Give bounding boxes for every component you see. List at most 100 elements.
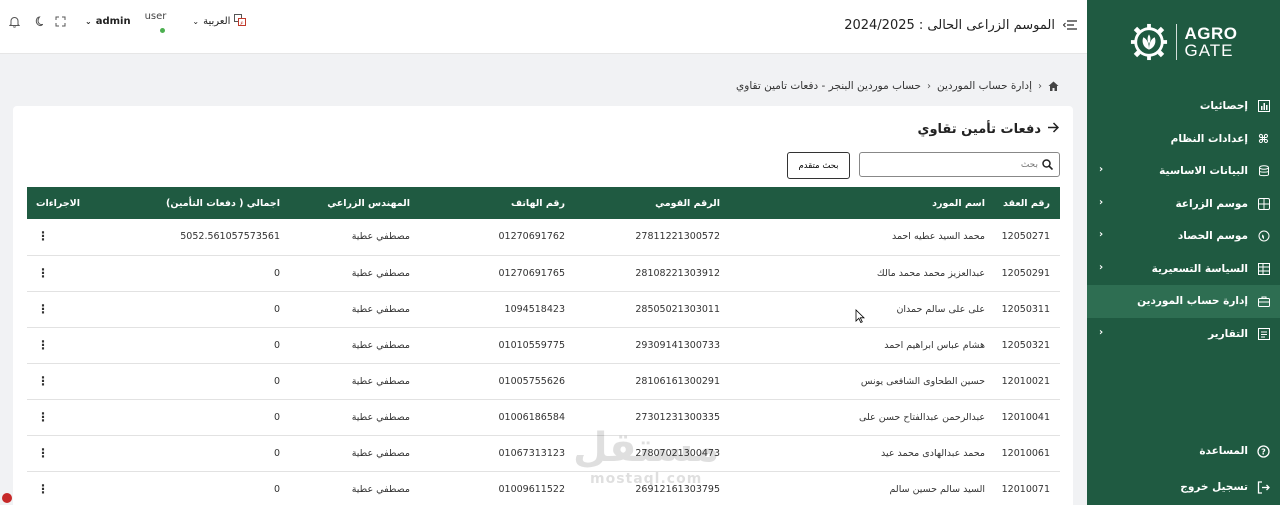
table-cell: 12050311 (1001, 303, 1050, 315)
season-label: الموسم الزراعى الحالى : 2024/2025 (844, 18, 1055, 33)
fullscreen-icon[interactable] (54, 15, 67, 28)
table-cell: 01010559775 (498, 339, 566, 351)
table-cell: مصطفي عطية (351, 231, 410, 243)
bell-icon[interactable] (8, 15, 21, 28)
table-cell: 12010071 (1001, 483, 1050, 495)
current-season: الموسم الزراعى الحالى : 2024/2025 (844, 18, 1077, 33)
table-cell: مصطفي عطية (351, 447, 410, 459)
table-cell: 01009611522 (498, 483, 566, 495)
sidebar-item-label: السياسة التسعيرية (1151, 262, 1248, 275)
gear-leaf-logo-icon (1130, 23, 1167, 61)
brand-line1: AGRO (1184, 24, 1238, 43)
table-cell: 1094518423 (504, 303, 565, 315)
page-title: دفعات تأمين تقاوي (917, 122, 1041, 137)
sidebar: AGRO GATE إحصائيات إعدادات النظام ⌘ › ال… (1087, 0, 1280, 505)
brand-logo[interactable]: AGRO GATE (1087, 0, 1280, 84)
more-options-icon[interactable]: ⋮ (36, 411, 50, 423)
search-input[interactable] (888, 159, 1038, 170)
table-cell: 01005755626 (498, 375, 566, 387)
table-cell: 0 (273, 303, 280, 315)
table-cell: 01270691762 (498, 231, 566, 243)
table-row[interactable]: 12010041 عبدالرحمن عبدالفتاح حسن على 27301… (27, 399, 1060, 435)
page-title-row: دفعات تأمين تقاوي (917, 122, 1060, 137)
supplier-payments-table: رقم العقد اسم المورد الرقم القومي رقم ال… (27, 187, 1060, 505)
table-cell: 26912161303795 (635, 483, 720, 495)
sidebar-item-supplier-accounts[interactable]: إدارة حساب الموردين (1087, 285, 1280, 318)
more-options-icon[interactable]: ⋮ (36, 339, 50, 351)
user-menu[interactable]: ⌄ admin (85, 16, 131, 27)
breadcrumb: ‹ إدارة حساب الموردين ‹ حساب موردين البن… (736, 80, 1059, 92)
table-cell: 0 (273, 375, 280, 387)
table-row[interactable]: 12050321 هشام عباس ابراهيم احمد 2930914130… (27, 327, 1060, 363)
column-header[interactable]: اسم المورد (730, 187, 995, 219)
advanced-search-button[interactable]: بحث متقدم (787, 152, 850, 179)
table-row[interactable]: 12010021 حسين الطحاوى الشافعى يونس 2810616… (27, 363, 1060, 399)
chevron-right-icon: › (1099, 229, 1104, 240)
mouse-cursor-icon (855, 309, 865, 323)
sidebar-item-basic-data[interactable]: › البيانات الاساسية (1087, 155, 1280, 188)
menu-toggle-icon[interactable] (1062, 19, 1077, 33)
table-cell: 12010061 (1001, 447, 1050, 459)
more-options-icon[interactable]: ⋮ (36, 230, 50, 242)
sidebar-item-harvest-season[interactable]: › موسم الحصاد (1087, 220, 1280, 253)
chevron-down-icon: ⌄ (85, 17, 92, 26)
table-cell: مصطفي عطية (351, 483, 410, 495)
table-cell: 01006186584 (498, 411, 566, 423)
more-options-icon[interactable]: ⋮ (36, 375, 50, 387)
table-cell: محمد عبدالهادى محمد عيد (881, 447, 985, 459)
svg-text:?: ? (1261, 447, 1266, 456)
table-row[interactable]: 12050291 عبدالعزيز محمد محمد مالك 28108221… (27, 255, 1060, 291)
more-options-icon[interactable]: ⋮ (36, 267, 50, 279)
table-body: 12050271 محمد السيد عطيه احمد 278112213005… (27, 219, 1060, 505)
table-cell: 01270691765 (498, 267, 566, 279)
top-header: ⌄ admin user ⌄ العربية ع الموسم الزراعى … (0, 0, 1087, 54)
table-cell: 12050321 (1001, 339, 1050, 351)
sidebar-item-system-settings[interactable]: إعدادات النظام ⌘ (1087, 123, 1280, 156)
logout-link[interactable]: تسجيل خروج (1087, 469, 1280, 505)
table-row[interactable]: 12010061 محمد عبدالهادى محمد عيد 278070213… (27, 435, 1060, 471)
help-label: المساعدة (1199, 445, 1248, 457)
breadcrumb-item[interactable]: إدارة حساب الموردين (937, 80, 1032, 92)
moon-icon[interactable] (31, 15, 44, 28)
home-icon[interactable] (1048, 81, 1059, 92)
back-arrow-icon[interactable] (1047, 122, 1060, 137)
table-cell: 27811221300572 (635, 231, 720, 243)
column-header[interactable]: رقم العقد (995, 187, 1060, 219)
sidebar-nav: إحصائيات إعدادات النظام ⌘ › البيانات الا… (1087, 90, 1280, 350)
header-tools: ⌄ admin user ⌄ العربية ع (8, 11, 247, 33)
table-row[interactable]: 12050311 على على سالم حمدان 28505021303011… (27, 291, 1060, 327)
table-cell: مصطفي عطية (351, 267, 410, 279)
search-box[interactable] (859, 152, 1060, 177)
row-actions-cell: ⋮ (27, 255, 115, 291)
table-cell: عبدالعزيز محمد محمد مالك (876, 267, 985, 279)
translate-icon: ع (234, 14, 247, 29)
help-icon: ? (1257, 444, 1270, 458)
sidebar-item-pricing-policy[interactable]: › السياسة التسعيرية (1087, 253, 1280, 286)
user-role: user (144, 11, 167, 22)
more-options-icon[interactable]: ⋮ (36, 303, 50, 315)
bag-icon (1257, 295, 1270, 308)
sidebar-item-statistics[interactable]: إحصائيات (1087, 90, 1280, 123)
more-options-icon[interactable]: ⋮ (36, 447, 50, 459)
help-link[interactable]: المساعدة ? (1087, 433, 1280, 469)
column-header[interactable]: اجمالي ( دفعات التأمين) (115, 187, 290, 219)
table-cell: مصطفي عطية (351, 411, 410, 423)
table-row[interactable]: 12010071 السيد سالم حسين سالم 269121613037… (27, 471, 1060, 505)
sidebar-item-reports[interactable]: › التقارير (1087, 318, 1280, 351)
table-cell: 0 (273, 483, 280, 495)
row-actions-cell: ⋮ (27, 363, 115, 399)
column-header[interactable]: رقم الهاتف (420, 187, 575, 219)
column-header[interactable]: المهندس الزراعي (290, 187, 420, 219)
column-header[interactable]: الرقم القومي (575, 187, 730, 219)
table-row[interactable]: 12050271 محمد السيد عطيه احمد 278112213005… (27, 219, 1060, 255)
sidebar-item-planting-season[interactable]: › موسم الزراعة (1087, 188, 1280, 221)
sidebar-item-label: البيانات الاساسية (1159, 165, 1248, 178)
table-cell: مصطفي عطية (351, 375, 410, 387)
recording-indicator (2, 493, 12, 503)
row-actions-cell: ⋮ (27, 291, 115, 327)
language-selector[interactable]: ⌄ العربية ع (192, 14, 247, 29)
chevron-left-icon: ‹ (1038, 80, 1042, 92)
sidebar-item-label: إعدادات النظام (1170, 132, 1248, 145)
more-options-icon[interactable]: ⋮ (36, 483, 50, 495)
table-cell: 27807021300473 (635, 447, 720, 459)
